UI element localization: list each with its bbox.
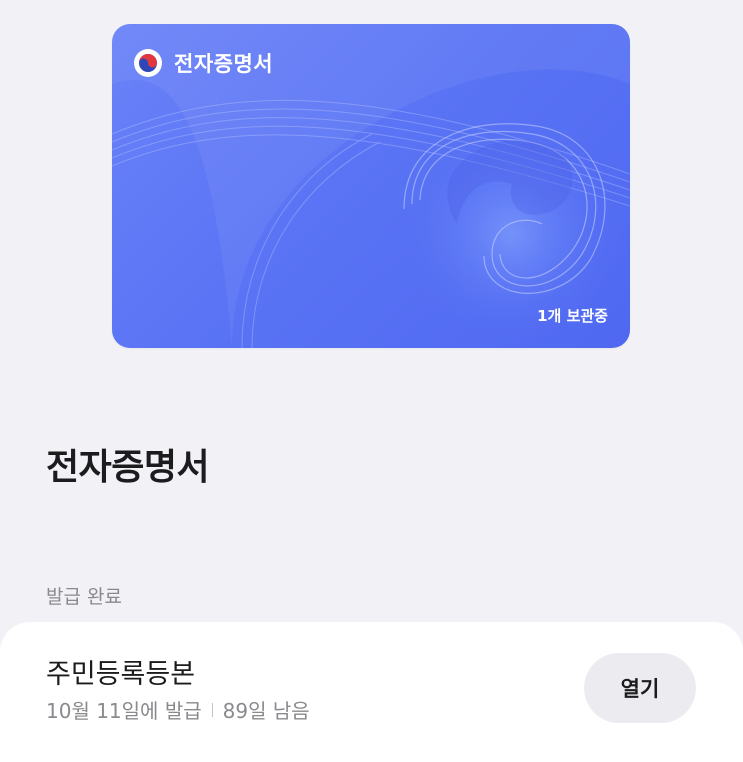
taegeuk-emblem-icon (134, 49, 162, 77)
certificate-card[interactable]: 전자증명서 1개 보관중 (112, 24, 630, 348)
page-title: 전자증명서 (46, 447, 210, 488)
card-title: 전자증명서 (174, 52, 274, 76)
meta-divider (211, 702, 213, 717)
document-meta: 10월 11일에 발급 89일 남음 (46, 695, 310, 724)
open-button[interactable]: 열기 (584, 653, 696, 723)
remaining-days: 89일 남음 (222, 699, 310, 723)
issued-date: 10월 11일에 발급 (46, 699, 202, 723)
section-label-issued: 발급 완료 (46, 586, 122, 608)
card-header: 전자증명서 (134, 48, 273, 78)
document-list-item[interactable]: 주민등록등본 10월 11일에 발급 89일 남음 열기 (0, 622, 743, 762)
document-name: 주민등록등본 (46, 659, 196, 690)
stored-count-label: 1개 보관중 (537, 307, 608, 325)
